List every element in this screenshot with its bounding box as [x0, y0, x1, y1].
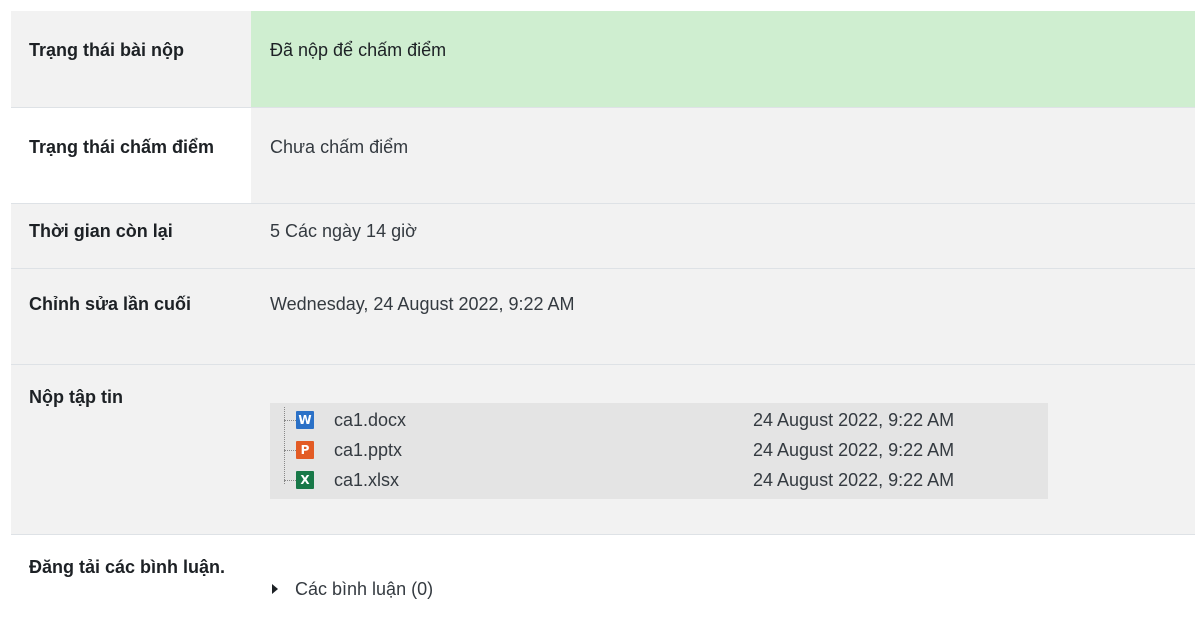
row-last-modified: Chỉnh sửa lần cuối Wednesday, 24 August …	[11, 269, 1195, 365]
comments-toggle-label[interactable]: Các bình luận (0)	[295, 575, 433, 603]
grading-status-label: Trạng thái chấm điểm	[11, 108, 251, 203]
submission-comments-label: Đăng tải các bình luận.	[11, 535, 251, 635]
excel-icon: X	[296, 471, 314, 489]
submission-status-value: Đã nộp để chấm điểm	[251, 11, 1195, 107]
row-submission-status: Trạng thái bài nộp Đã nộp để chấm điểm	[11, 11, 1195, 108]
tree-branch	[284, 420, 296, 421]
file-tree: W ca1.docx 24 August 2022, 9:22 AM P ca1…	[270, 403, 1048, 499]
submission-comments-value: Các bình luận (0)	[251, 535, 1195, 635]
comments-toggle[interactable]: Các bình luận (0)	[270, 575, 1175, 603]
submission-status-table: Trạng thái bài nộp Đã nộp để chấm điểm T…	[11, 11, 1195, 635]
file-submissions-label: Nộp tập tin	[11, 365, 251, 534]
file-submissions-value: W ca1.docx 24 August 2022, 9:22 AM P ca1…	[251, 365, 1195, 534]
file-item: W ca1.docx 24 August 2022, 9:22 AM	[270, 405, 1048, 435]
submission-status-label: Trạng thái bài nộp	[11, 11, 251, 107]
grading-status-value: Chưa chấm điểm	[251, 108, 1195, 203]
file-link[interactable]: ca1.pptx	[334, 436, 753, 464]
row-submission-comments: Đăng tải các bình luận. Các bình luận (0…	[11, 535, 1195, 635]
file-item: X ca1.xlsx 24 August 2022, 9:22 AM	[270, 465, 1048, 495]
caret-right-icon	[272, 584, 278, 594]
file-link[interactable]: ca1.xlsx	[334, 466, 753, 494]
last-modified-label: Chỉnh sửa lần cuối	[11, 269, 251, 364]
file-date: 24 August 2022, 9:22 AM	[753, 410, 955, 430]
file-date: 24 August 2022, 9:22 AM	[753, 470, 955, 490]
powerpoint-icon: P	[296, 441, 314, 459]
word-icon: W	[296, 411, 314, 429]
row-grading-status: Trạng thái chấm điểm Chưa chấm điểm	[11, 108, 1195, 204]
tree-branch	[284, 480, 296, 481]
time-remaining-label: Thời gian còn lại	[11, 204, 251, 268]
file-link[interactable]: ca1.docx	[334, 406, 753, 434]
time-remaining-value: 5 Các ngày 14 giờ	[251, 204, 1195, 268]
file-date: 24 August 2022, 9:22 AM	[753, 440, 955, 460]
tree-branch	[284, 450, 296, 451]
row-time-remaining: Thời gian còn lại 5 Các ngày 14 giờ	[11, 204, 1195, 269]
last-modified-value: Wednesday, 24 August 2022, 9:22 AM	[251, 269, 1195, 364]
row-file-submissions: Nộp tập tin W ca1.docx 24 August 2022, 9…	[11, 365, 1195, 535]
file-item: P ca1.pptx 24 August 2022, 9:22 AM	[270, 435, 1048, 465]
